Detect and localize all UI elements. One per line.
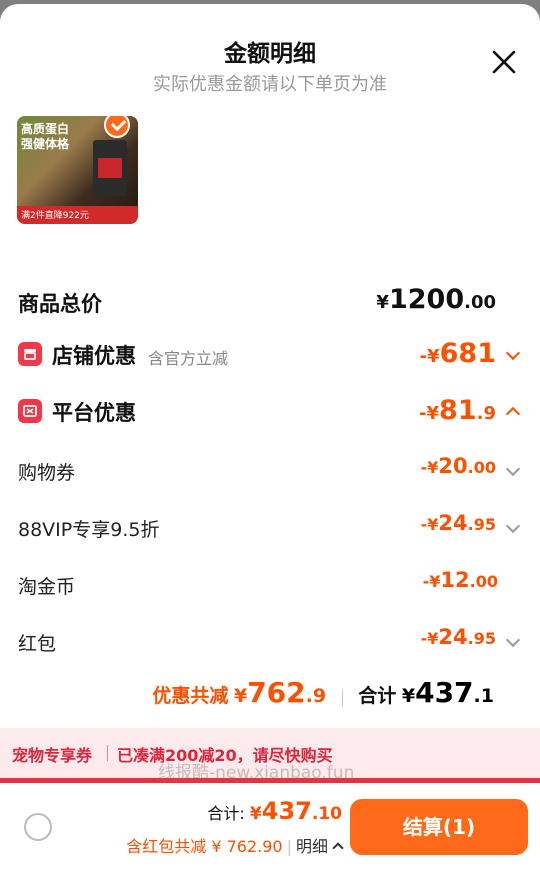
- amount-integer: 681: [439, 338, 496, 369]
- shop-icon: [18, 342, 42, 366]
- amount-integer: 24: [438, 511, 468, 535]
- chevron-down-icon[interactable]: [505, 345, 521, 361]
- checkout-footer: 合计: ¥437.10 含红包共减 ¥ 762.90 | 明细 结算(1): [0, 783, 540, 870]
- footer-divider: |: [286, 837, 292, 856]
- discount-total-label: 优惠共减: [152, 685, 229, 707]
- currency-symbol: -¥: [422, 572, 441, 591]
- taojinbi-row: 淘金币 -¥12.00: [0, 564, 540, 604]
- footer-discount-text: 含红包共减 ¥ 762.90: [126, 837, 283, 856]
- vip-discount-amount: -¥24.95: [421, 511, 496, 535]
- goods-total-amount: ¥1200.00: [376, 284, 496, 315]
- product-image-text-1: 高质蛋白: [21, 122, 70, 136]
- currency-symbol: -¥: [420, 458, 439, 477]
- amount-decimal: .00: [469, 572, 498, 591]
- goods-total-label: 商品总价: [18, 292, 102, 316]
- pet-coupon-tag: 宠物专享券: [12, 746, 93, 765]
- footer-discount-summary[interactable]: 含红包共减 ¥ 762.90 | 明细: [126, 833, 344, 857]
- chevron-down-icon[interactable]: [505, 518, 521, 534]
- coupon-icon: [18, 399, 42, 423]
- currency-symbol: ¥: [233, 685, 248, 707]
- product-promo-text: 满2件直降922元: [21, 211, 89, 221]
- amount-integer: 24: [438, 625, 468, 649]
- amount-integer: 437: [415, 676, 474, 709]
- vip-discount-label: 88VIP专享9.5折: [18, 519, 160, 541]
- footer-total: 合计: ¥437.10: [207, 797, 342, 825]
- chevron-down-icon[interactable]: [505, 461, 521, 477]
- currency-symbol: -¥: [420, 629, 439, 648]
- shop-discount-label: 店铺优惠: [52, 344, 136, 368]
- summary-total-amount: ¥437.1: [401, 676, 494, 709]
- chevron-up-icon[interactable]: [505, 406, 521, 422]
- amount-decimal: .95: [467, 629, 496, 648]
- sheet-title: 金额明细: [224, 41, 316, 67]
- currency-symbol: -¥: [419, 403, 440, 424]
- select-all-radio[interactable]: [24, 813, 52, 841]
- amount-decimal: .00: [467, 458, 496, 477]
- amount-decimal: .00: [464, 292, 496, 313]
- taojinbi-amount: -¥12.00: [423, 568, 498, 592]
- currency-symbol: ¥: [401, 685, 416, 707]
- shop-discount-amount: -¥681: [420, 338, 496, 369]
- product-package: [93, 140, 127, 196]
- chevron-down-icon[interactable]: [505, 632, 521, 648]
- amount-decimal: .9: [476, 403, 496, 424]
- platform-discount-amount: -¥81.9: [419, 395, 496, 426]
- shop-discount-row[interactable]: 店铺优惠 含官方立减 -¥681: [0, 334, 540, 374]
- amount-decimal: .10: [311, 804, 342, 824]
- checkout-button[interactable]: 结算(1): [350, 799, 528, 855]
- discount-total-amount: ¥762.9: [233, 676, 327, 709]
- amount-decimal: .95: [467, 515, 496, 534]
- taojinbi-label: 淘金币: [18, 576, 76, 598]
- amount-integer: 762: [247, 676, 306, 709]
- amount-integer: 12: [440, 568, 470, 592]
- close-icon[interactable]: [490, 48, 518, 76]
- currency-symbol: -¥: [419, 346, 440, 367]
- summary-divider: [341, 688, 343, 707]
- amount-integer: 437: [261, 797, 312, 825]
- sheet-subtitle: 实际优惠金额请以下单页为准: [153, 74, 387, 95]
- hongbao-row[interactable]: 红包 -¥24.95: [0, 621, 540, 661]
- chevron-up-icon: [332, 842, 344, 854]
- shopping-coupon-row[interactable]: 购物券 -¥20.00: [0, 450, 540, 490]
- amount-integer: 81: [439, 395, 477, 426]
- platform-discount-label: 平台优惠: [52, 401, 136, 425]
- footer-detail-label: 明细: [295, 837, 328, 856]
- amount-decimal: .9: [305, 685, 327, 707]
- footer-total-amount: ¥437.10: [249, 797, 342, 825]
- hongbao-label: 红包: [18, 633, 57, 655]
- platform-discount-row[interactable]: 平台优惠 -¥81.9: [0, 391, 540, 431]
- amount-integer: 1200: [388, 284, 465, 315]
- shopping-coupon-amount: -¥20.00: [421, 454, 496, 478]
- currency-symbol: ¥: [249, 804, 262, 824]
- hongbao-amount: -¥24.95: [421, 625, 496, 649]
- currency-symbol: -¥: [420, 515, 439, 534]
- summary-total-label: 合计: [358, 685, 397, 707]
- amount-decimal: .1: [473, 685, 494, 707]
- footer-total-label: 合计:: [207, 804, 245, 823]
- product-image-text-2: 强健体格: [21, 137, 70, 151]
- summary-line: 优惠共减 ¥762.9 合计 ¥437.1: [152, 676, 494, 709]
- amount-detail-sheet: 金额明细 实际优惠金额请以下单页为准 高质蛋白 强健体格 满2件直降922元 商…: [0, 4, 540, 870]
- product-thumbnail[interactable]: 高质蛋白 强健体格 满2件直降922元: [17, 116, 138, 224]
- product-promo-bar: 满2件直降922元: [17, 206, 138, 224]
- vip-discount-row[interactable]: 88VIP专享9.5折 -¥24.95: [0, 507, 540, 547]
- amount-integer: 20: [438, 454, 468, 478]
- coupon-divider: [107, 745, 108, 761]
- currency-symbol: ¥: [376, 292, 389, 313]
- shop-discount-note: 含官方立减: [148, 349, 229, 368]
- shopping-coupon-label: 购物券: [18, 462, 76, 484]
